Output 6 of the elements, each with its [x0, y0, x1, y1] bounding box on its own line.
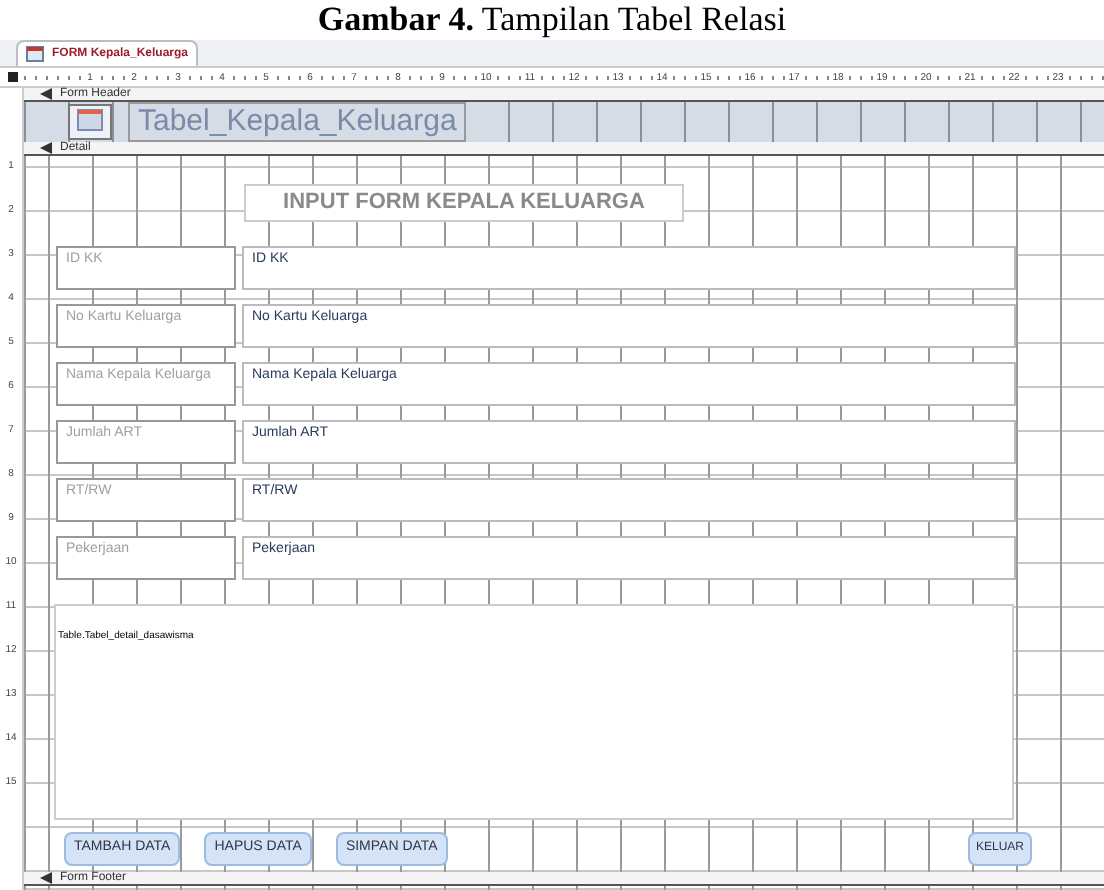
arrow-icon: [40, 142, 52, 154]
arrow-icon: [40, 872, 52, 884]
figure-caption: Gambar 4. Tampilan Tabel Relasi: [315, 0, 789, 40]
arrow-icon: [40, 88, 52, 100]
form-selector[interactable]: [7, 72, 17, 82]
form-icon: [26, 46, 44, 62]
